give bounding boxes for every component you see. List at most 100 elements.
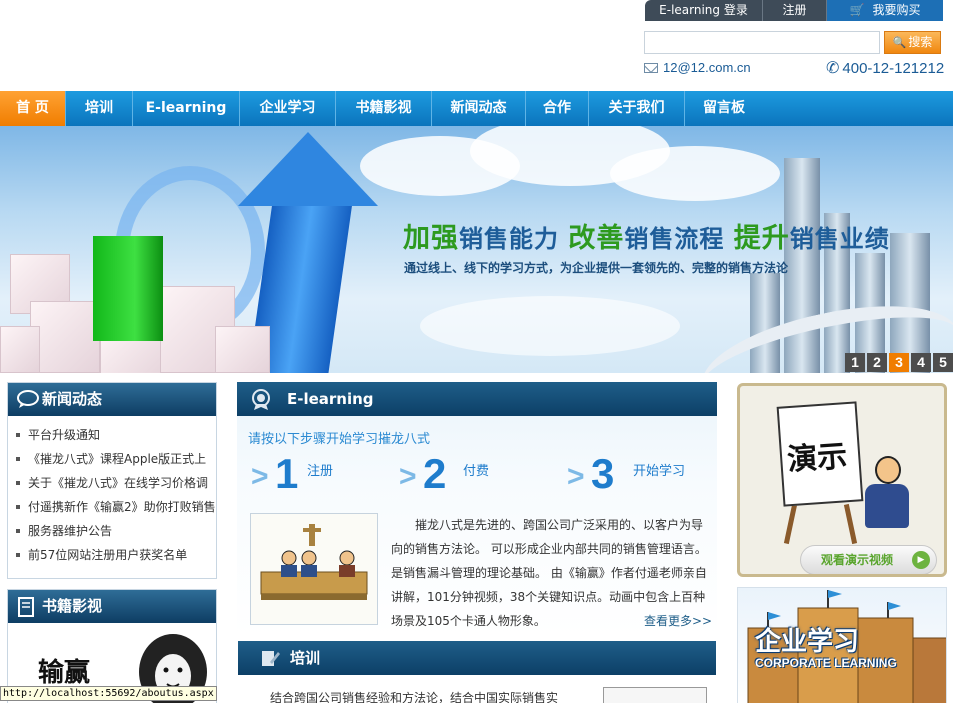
chevron-right-icon: > (567, 460, 585, 493)
news-panel-title: 新闻动态 (42, 390, 103, 408)
news-panel-header: 新闻动态 (8, 383, 216, 416)
buy-label: 我要购买 (872, 3, 921, 17)
cube (215, 326, 270, 373)
chevron-right-icon: > (251, 460, 269, 493)
phone-text: 400-12-121212 (842, 60, 945, 77)
headline-word-strengthen: 加强 (403, 223, 459, 254)
book-cover-title[interactable]: 输赢 (38, 652, 90, 689)
nav-item-training[interactable]: 培训 (66, 91, 133, 126)
nav-item-books-video[interactable]: 书籍影视 (336, 91, 432, 126)
step-number: 1 (275, 450, 299, 497)
notepad-pen-icon (262, 651, 280, 666)
step-label: 付费 (463, 464, 490, 479)
banner-page-3[interactable]: 3 (889, 353, 909, 372)
news-item[interactable]: 平台升级通知 (16, 423, 216, 447)
books-panel-header: 书籍影视 (8, 590, 216, 623)
search-input[interactable] (644, 31, 880, 54)
cart-icon: 🛒 (849, 3, 865, 17)
banner-subtitle: 通过线上、线下的学习方式，为企业提供一套领先的、完整的销售方法论 (404, 261, 789, 275)
training-panel-title: 培训 (290, 649, 321, 667)
books-panel-title: 书籍影视 (42, 597, 103, 615)
browser-status-bar: http://localhost:55692/aboutus.aspx (0, 686, 217, 701)
easel-leg (783, 503, 798, 545)
meeting-illustration (251, 514, 377, 624)
watch-demo-label: 观看演示视频 (821, 553, 894, 567)
main-nav: 首 页 培训 E-learning 企业学习 书籍影视 新闻动态 合作 关于我们… (0, 91, 953, 126)
nav-item-about-us[interactable]: 关于我们 (589, 91, 685, 126)
corporate-learning-subtitle: CORPORATE LEARNING (755, 656, 897, 670)
corporate-learning-title: 企业学习 (755, 627, 860, 657)
nav-item-enterprise-learning[interactable]: 企业学习 (240, 91, 336, 126)
training-intro: 结合跨国公司销售经验和方法论，结合中国实际销售实 (270, 691, 559, 703)
green-bar (93, 236, 163, 341)
news-item[interactable]: 前57位网站注册用户获奖名单 (16, 543, 216, 567)
headline-phrase: 销售流程 (624, 225, 734, 253)
steps-title: 请按以下步骤开始学习摧龙八式 (248, 432, 431, 447)
cube (0, 326, 40, 373)
speech-bubble-icon (17, 390, 39, 408)
medal-icon (252, 389, 270, 410)
demo-video-card[interactable]: 演示 观看演示视频 ▶ (737, 383, 947, 577)
email-text: 12@12.com.cn (663, 60, 751, 75)
news-item[interactable]: 关于《摧龙八式》在线学习价格调 (16, 471, 216, 495)
news-list: 平台升级通知 《摧龙八式》课程Apple版正式上 关于《摧龙八式》在线学习价格调… (16, 423, 216, 567)
banner-page-5[interactable]: 5 (933, 353, 953, 372)
arrow-up-icon (238, 132, 378, 206)
training-thumbnail[interactable] (603, 687, 707, 703)
news-item[interactable]: 《摧龙八式》课程Apple版正式上 (16, 447, 216, 471)
play-icon: ▶ (912, 551, 930, 569)
board-text: 演示 (786, 438, 849, 479)
banner-page-2[interactable]: 2 (867, 353, 887, 372)
news-item[interactable]: 付遥携新作《输赢2》助你打败销售 (16, 495, 216, 519)
register-link[interactable]: 注册 (763, 0, 827, 21)
chevron-right-icon: > (399, 460, 417, 493)
search-button[interactable]: 🔍 搜索 (884, 31, 941, 54)
elearning-panel-title: E-learning (287, 390, 374, 408)
hero-banner[interactable]: 加强销售能力 改善销售流程 提升销售业绩 通过线上、线下的学习方式，为企业提供一… (0, 126, 953, 373)
banner-page-4[interactable]: 4 (911, 353, 931, 372)
book-icon (18, 597, 34, 617)
nav-item-home[interactable]: 首 页 (0, 91, 66, 126)
news-panel: 新闻动态 平台升级通知 《摧龙八式》课程Apple版正式上 关于《摧龙八式》在线… (7, 382, 217, 579)
elearning-panel-header: E-learning (237, 382, 717, 416)
search-button-label: 搜索 (908, 35, 933, 49)
page: E-learning 登录 注册 🛒 我要购买 🔍 搜索 12@12.com.cn … (0, 0, 953, 703)
buy-link[interactable]: 🛒 我要购买 (827, 0, 943, 21)
elearning-panel: E-learning 请按以下步骤开始学习摧龙八式 > 1 注册 > 2 付费 … (237, 382, 717, 636)
nav-item-cooperation[interactable]: 合作 (526, 91, 589, 126)
news-item[interactable]: 服务器维护公告 (16, 519, 216, 543)
cloud-shape (610, 146, 780, 201)
step-number: 3 (591, 450, 615, 497)
banner-pager: 1 2 3 4 5 (843, 353, 953, 372)
contact-phone: ✆ 400-12-121212 (826, 58, 944, 78)
cloud-shape (420, 296, 680, 356)
course-thumbnail[interactable] (250, 513, 378, 625)
headline-word-improve: 改善 (568, 223, 625, 254)
mail-icon (644, 63, 658, 73)
watch-demo-button[interactable]: 观看演示视频 ▶ (800, 545, 937, 574)
nav-item-guestbook[interactable]: 留言板 (685, 91, 763, 126)
presenter-body (865, 484, 909, 528)
presenter-head (875, 456, 901, 484)
headline-phrase: 销售能力 (459, 225, 569, 253)
elearning-login-link[interactable]: E-learning 登录 (645, 0, 763, 21)
step-label: 注册 (307, 464, 334, 479)
training-panel-header: 培训 (238, 641, 716, 675)
top-bar: E-learning 登录 注册 🛒 我要购买 (645, 0, 943, 21)
nav-item-elearning[interactable]: E-learning (133, 91, 240, 126)
training-panel: 培训 结合跨国公司销售经验和方法论，结合中国实际销售实 (237, 641, 717, 703)
headline-phrase: 销售业绩 (789, 225, 890, 253)
more-link[interactable]: 查看更多>> (644, 612, 712, 629)
headline-word-raise: 提升 (733, 223, 790, 254)
easel-leg (843, 503, 858, 545)
banner-page-1[interactable]: 1 (845, 353, 865, 372)
cube (30, 301, 100, 373)
step-number: 2 (423, 450, 447, 497)
corporate-learning-card[interactable]: 企业学习 CORPORATE LEARNING (737, 587, 947, 703)
banner-headline: 加强销售能力 改善销售流程 提升销售业绩 (403, 216, 890, 255)
phone-icon: ✆ (826, 60, 840, 77)
contact-email[interactable]: 12@12.com.cn (644, 60, 751, 75)
nav-item-news[interactable]: 新闻动态 (432, 91, 526, 126)
step-label: 开始学习 (633, 464, 686, 479)
search-icon: 🔍 (892, 36, 907, 49)
